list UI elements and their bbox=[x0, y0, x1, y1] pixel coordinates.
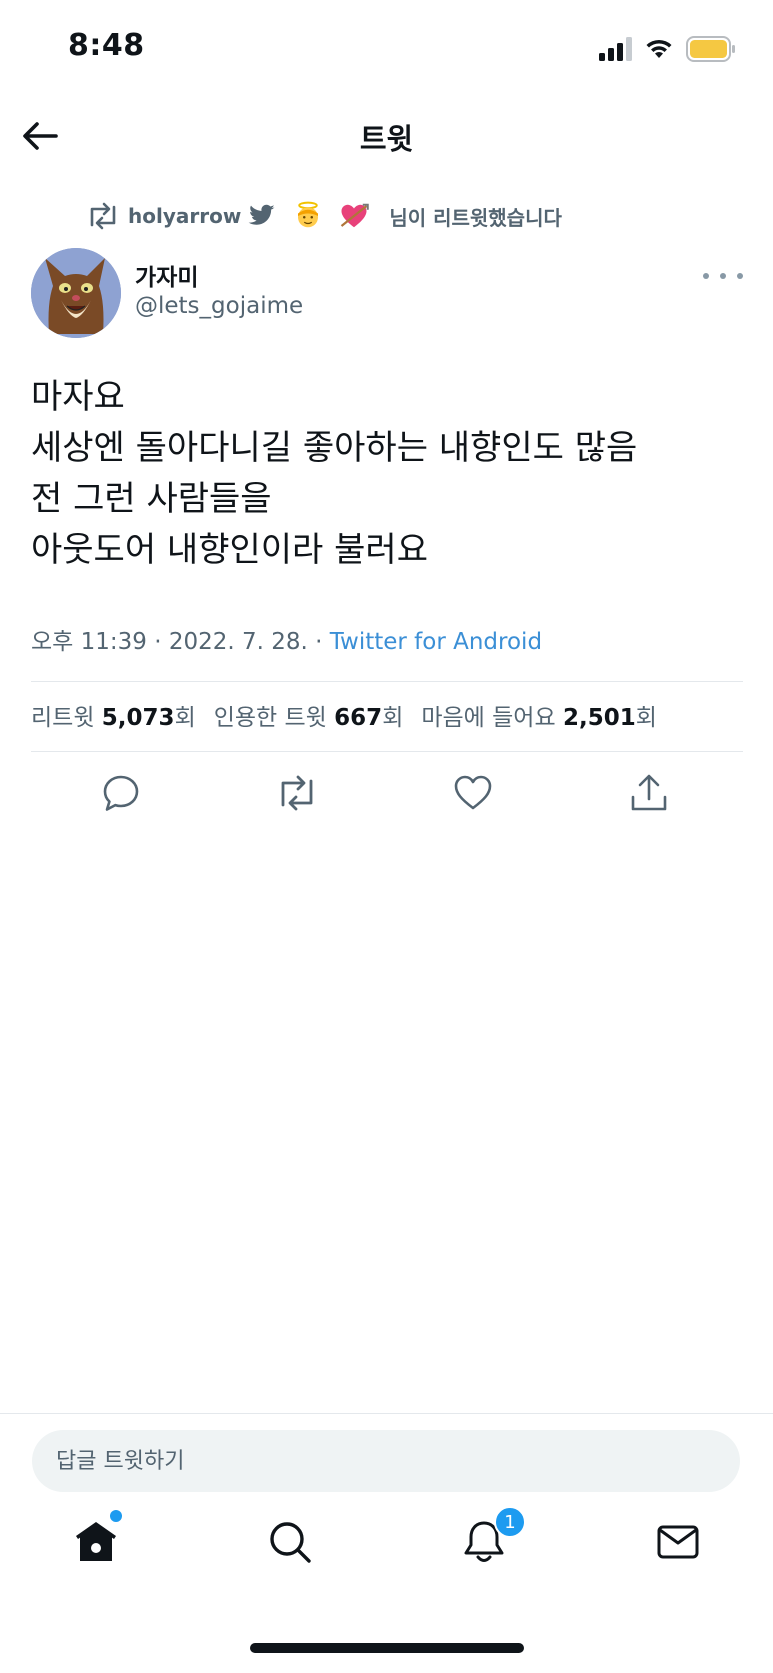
retweet-icon bbox=[90, 202, 116, 230]
divider bbox=[31, 681, 743, 682]
more-horizontal-icon-dot bbox=[737, 273, 743, 279]
stat-label: 마음에 들어요 bbox=[421, 705, 556, 731]
retweet-icon bbox=[281, 775, 313, 811]
more-options-button[interactable] bbox=[703, 266, 743, 286]
retweet-context-label: 님이 리트윗했습니다 bbox=[389, 205, 562, 230]
status-time: 8:48 bbox=[68, 28, 145, 63]
reply-input[interactable] bbox=[32, 1430, 740, 1492]
search-icon bbox=[270, 1522, 311, 1563]
home-icon bbox=[76, 1522, 116, 1561]
quote-count-stat[interactable]: 인용한 트윗 667회 bbox=[214, 698, 404, 732]
stat-unit: 회 bbox=[635, 705, 657, 731]
like-count-stat[interactable]: 마음에 들어요 2,501회 bbox=[421, 698, 657, 732]
more-horizontal-icon-dot bbox=[720, 273, 726, 279]
tab-home[interactable] bbox=[66, 1510, 126, 1572]
reply-button[interactable] bbox=[96, 768, 146, 818]
page-title: 트윗 bbox=[359, 122, 414, 156]
tweet-line: 세상엔 돌아다니길 좋아하는 내향인도 많음 bbox=[31, 428, 638, 468]
tab-notifications[interactable]: 1 bbox=[454, 1506, 526, 1572]
status-bar: 8:48 bbox=[0, 0, 773, 96]
tweet-meta: 오후 11:39 · 2022. 7. 28. · Twitter for An… bbox=[31, 622, 542, 656]
nav-header: 트윗 bbox=[0, 96, 773, 176]
bird-icon bbox=[248, 204, 275, 225]
wifi-icon bbox=[646, 39, 672, 58]
cellular-signal-icon bbox=[599, 37, 632, 61]
retweet-button[interactable] bbox=[272, 768, 322, 818]
stat-value: 5,073 bbox=[101, 705, 175, 731]
retweet-count-stat[interactable]: 리트윗 5,073회 bbox=[31, 698, 196, 732]
reply-bar-divider bbox=[0, 1413, 773, 1414]
tweet-source-link[interactable]: Twitter for Android bbox=[330, 629, 542, 655]
heart-arrow-emoji-icon bbox=[341, 203, 370, 228]
author-handle[interactable]: @lets_gojaime bbox=[135, 293, 303, 319]
like-button[interactable] bbox=[448, 768, 498, 818]
battery-icon bbox=[686, 36, 735, 62]
messages-icon bbox=[657, 1525, 699, 1559]
divider bbox=[31, 751, 743, 752]
share-icon bbox=[631, 774, 667, 811]
more-horizontal-icon bbox=[703, 273, 709, 279]
tweet-text: 마자요 세상엔 돌아다니길 좋아하는 내향인도 많음 전 그런 사람들을 아웃도… bbox=[31, 372, 743, 576]
bottom-tab-bar: 1 bbox=[0, 1506, 773, 1602]
tweet-actions bbox=[31, 768, 743, 824]
reply-icon bbox=[103, 775, 139, 811]
tweet-author: 가자미 @lets_gojaime bbox=[31, 248, 743, 340]
tweet-line: 아웃도어 내향인이라 불러요 bbox=[31, 530, 428, 570]
retweet-context[interactable]: holyarrow 님이 리트윗했습니다 bbox=[86, 198, 562, 234]
share-button[interactable] bbox=[624, 768, 674, 818]
home-indicator bbox=[250, 1643, 524, 1653]
avatar[interactable] bbox=[31, 248, 121, 338]
stat-label: 리트윗 bbox=[31, 705, 95, 731]
tweet-timestamp[interactable]: 오후 11:39 · 2022. 7. 28. · bbox=[31, 629, 330, 655]
author-display-name[interactable]: 가자미 bbox=[135, 258, 198, 292]
like-icon bbox=[454, 775, 492, 810]
tweet-stats: 리트윗 5,073회 인용한 트윗 667회 마음에 들어요 2,501회 bbox=[31, 698, 675, 732]
tweet-line: 전 그런 사람들을 bbox=[31, 479, 272, 519]
tab-messages[interactable] bbox=[648, 1512, 708, 1572]
notifications-badge: 1 bbox=[494, 1506, 526, 1538]
retweeter-name: holyarrow bbox=[128, 204, 242, 228]
home-unread-dot bbox=[110, 1510, 122, 1522]
avatar-image bbox=[31, 248, 121, 338]
stat-value: 667 bbox=[334, 705, 383, 731]
stat-value: 2,501 bbox=[562, 705, 636, 731]
stat-unit: 회 bbox=[174, 705, 196, 731]
stat-label: 인용한 트윗 bbox=[213, 705, 327, 731]
tab-search[interactable] bbox=[260, 1512, 320, 1572]
stat-unit: 회 bbox=[382, 705, 404, 731]
angel-emoji-icon bbox=[298, 201, 319, 228]
tweet-line: 마자요 bbox=[31, 377, 125, 417]
